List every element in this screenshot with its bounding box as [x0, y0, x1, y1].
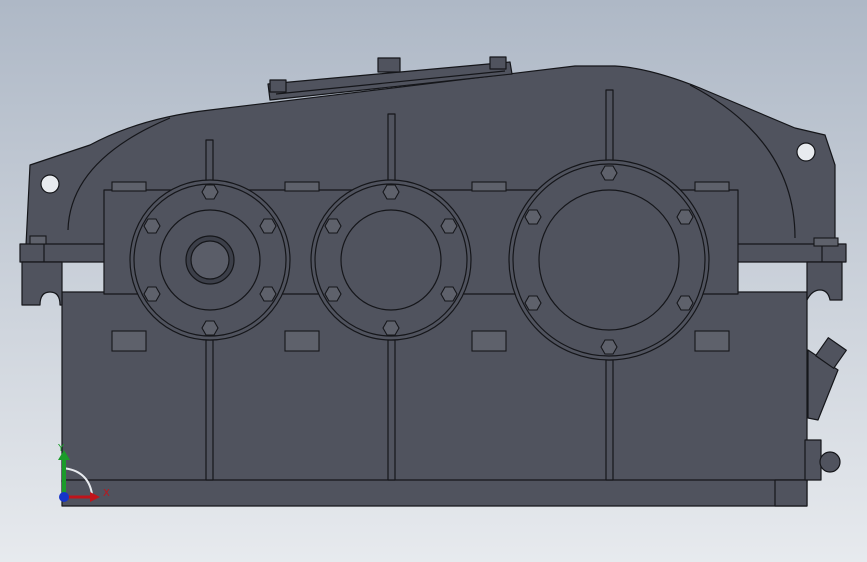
flange-nut [111, 330, 147, 352]
bolt [600, 165, 618, 181]
bolt [201, 320, 219, 336]
cover-bolt-right [489, 56, 507, 70]
lifting-hole-left [40, 174, 60, 194]
z-axis-dot [59, 492, 69, 502]
flange-bolt [471, 181, 507, 192]
bolt [524, 209, 542, 225]
cover-bolt-left [269, 79, 287, 93]
bolt [324, 286, 342, 302]
bearing-cover-2-inner [340, 209, 442, 311]
gearbox-housing [19, 56, 847, 507]
bearing-cover-3-inner [538, 189, 680, 331]
flange-nut [471, 330, 507, 352]
bolt [201, 184, 219, 200]
flange-bolt [284, 181, 320, 192]
x-axis-label: X [103, 488, 110, 499]
bolt [259, 218, 277, 234]
flange-nut [694, 330, 730, 352]
flange-bolt [111, 181, 147, 192]
rib-bottom-2 [387, 339, 396, 481]
flange-bolt [694, 181, 730, 192]
bolt [524, 295, 542, 311]
bolt [143, 286, 161, 302]
bolt [676, 295, 694, 311]
rib-bottom-3 [605, 359, 614, 481]
base-plate [61, 479, 808, 507]
flange-nut [284, 330, 320, 352]
drain-plug [819, 451, 841, 473]
bolt [324, 218, 342, 234]
rib-bottom-1 [205, 339, 214, 481]
rib-top-2 [387, 113, 396, 191]
bolt [600, 339, 618, 355]
lifting-hole-right [796, 142, 816, 162]
vent-plug [377, 57, 401, 73]
y-axis-label: Y [58, 443, 65, 454]
bolt [382, 320, 400, 336]
drain-boss [804, 439, 822, 481]
gearbox-drawing [0, 0, 867, 562]
cad-viewport[interactable]: Y X [0, 0, 867, 562]
base-plate-end [774, 479, 808, 507]
bolt [440, 218, 458, 234]
bolt [259, 286, 277, 302]
bolt [382, 184, 400, 200]
flange-bolt-end [813, 237, 839, 247]
bolt [440, 286, 458, 302]
bolt [676, 209, 694, 225]
flange-bolt-end [29, 235, 47, 245]
bolt [143, 218, 161, 234]
